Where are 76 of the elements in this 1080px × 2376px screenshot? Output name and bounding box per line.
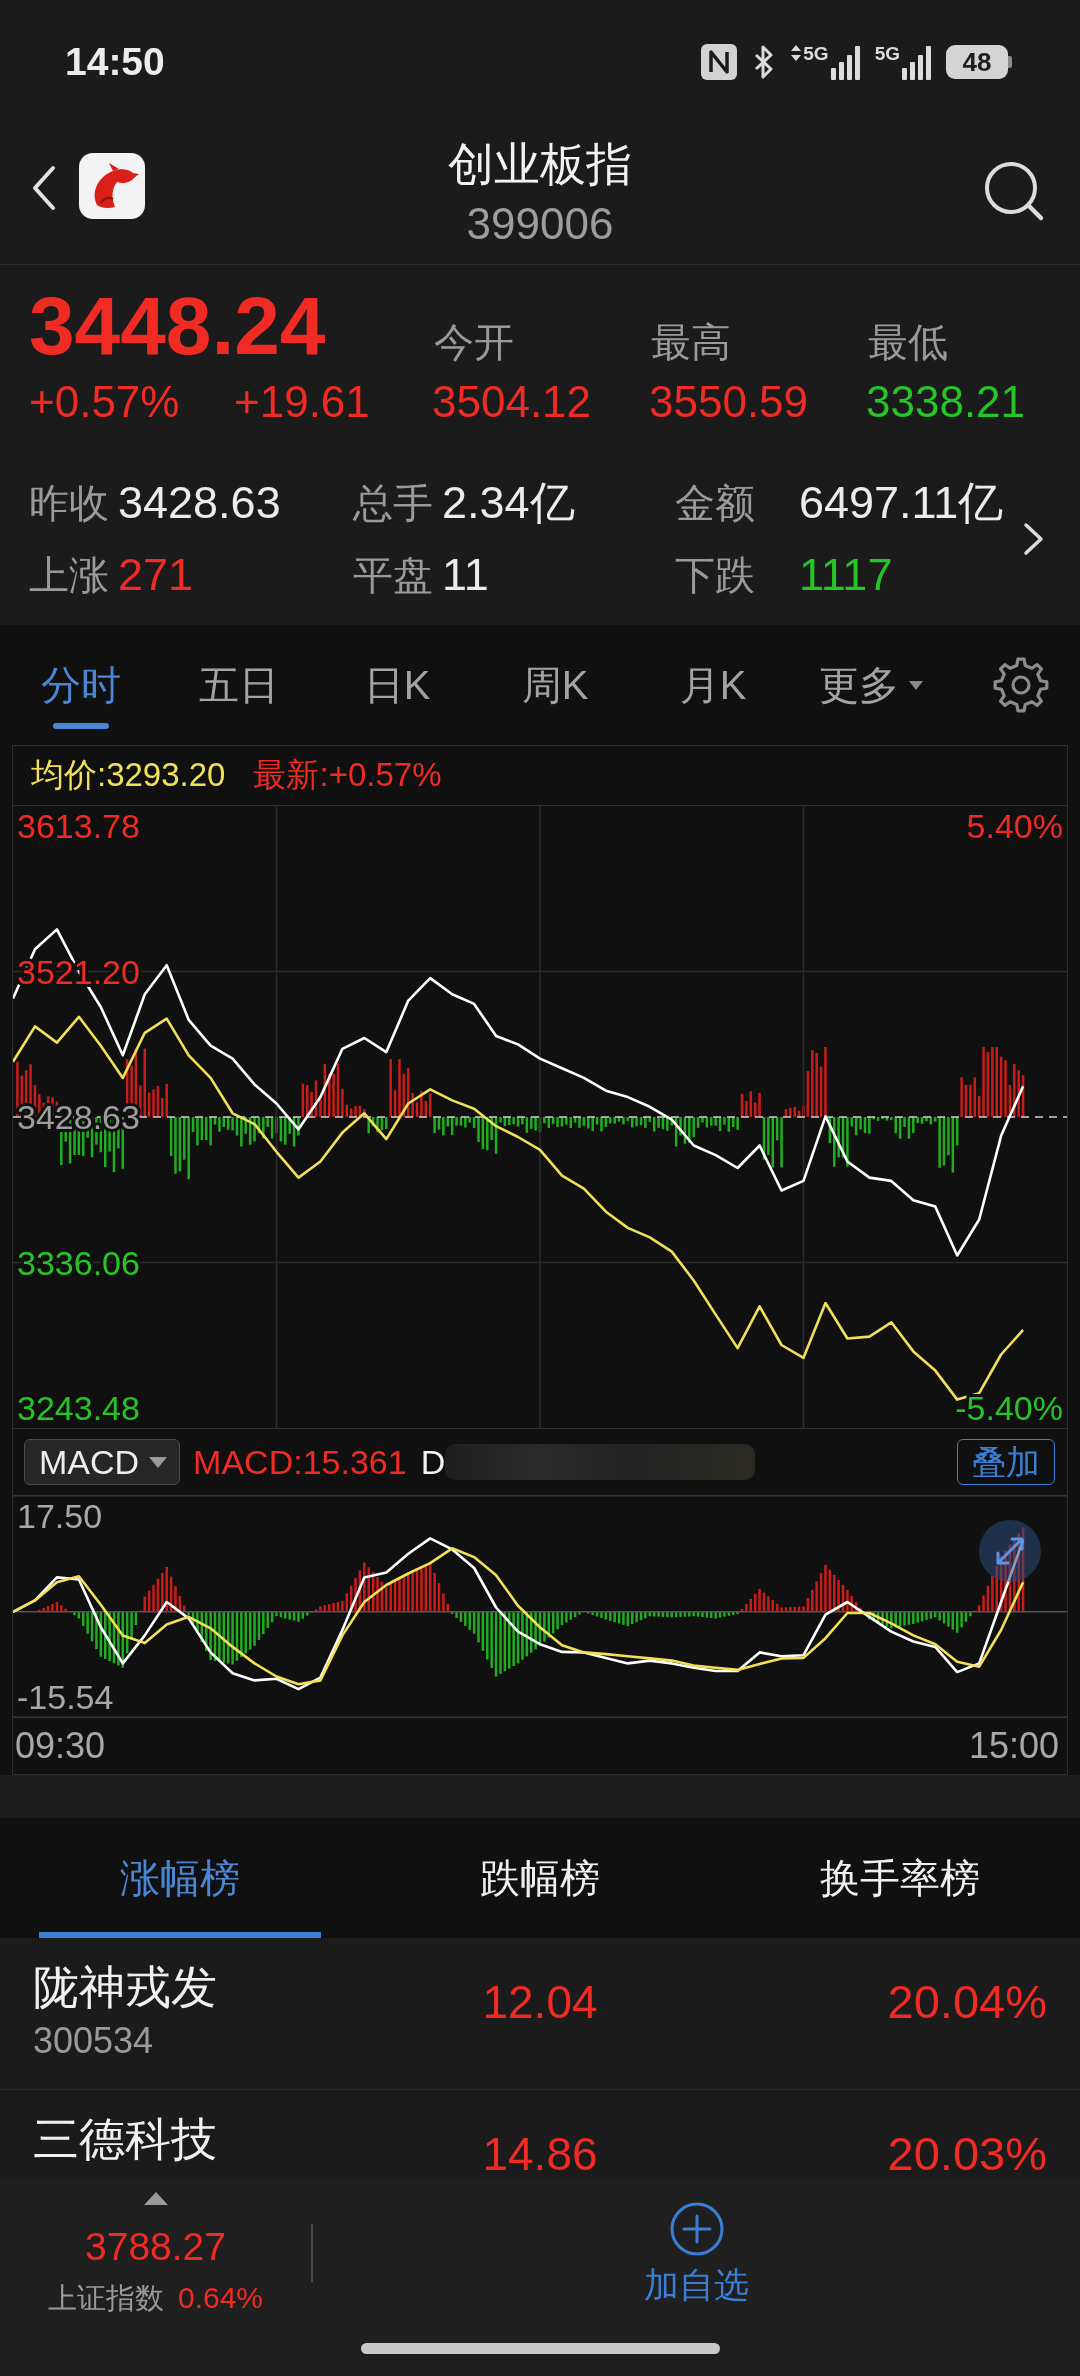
back-icon[interactable] — [31, 165, 57, 211]
time-axis-label: 15:00 — [968, 1726, 1059, 1766]
stat-value: 3504.12 — [432, 380, 593, 424]
chart-tab[interactable]: 日K — [318, 625, 476, 745]
stat-value: 3550.59 — [649, 380, 810, 424]
index-price: 3448.24 — [29, 285, 327, 367]
stat-value: 11 — [442, 549, 489, 601]
stat-label: 平盘 — [353, 551, 433, 599]
data-arrows-icon — [791, 45, 802, 61]
price-axis-label: 3243.48 — [17, 1389, 140, 1428]
caret-up-icon[interactable] — [143, 2192, 168, 2205]
expand-icon[interactable] — [979, 1520, 1041, 1582]
chart-legend-label: 均价:3293.20 — [31, 755, 226, 795]
macd-axis-label: -15.54 — [17, 1678, 114, 1717]
caret-down-icon — [909, 680, 923, 690]
caret-down-icon — [149, 1456, 168, 1468]
chart-tab[interactable]: 周K — [476, 625, 634, 745]
index-code: 399006 — [465, 202, 615, 246]
nfc-icon — [701, 44, 738, 80]
stock-code: 300534 — [33, 2020, 155, 2062]
indicator-reading-fragment: D — [420, 1442, 446, 1482]
stock-change-percent: 20.04% — [886, 1979, 1047, 2025]
index-change: 0.64% — [177, 2280, 264, 2316]
signal-icon — [902, 46, 932, 80]
network-type-label: 5G — [874, 44, 900, 63]
chart-legend-label: 最新:+0.57% — [253, 755, 442, 795]
signal-icon — [830, 46, 861, 80]
price-axis-label: 3336.06 — [17, 1243, 140, 1282]
chart-tab[interactable]: 五日 — [160, 625, 318, 745]
macd-axis-label: 17.50 — [17, 1497, 103, 1536]
stat-value: 3428.63 — [118, 477, 281, 529]
stat-value: 1117 — [799, 549, 893, 601]
change-percent: +0.57% — [29, 380, 181, 424]
chevron-right-icon[interactable] — [1023, 522, 1045, 556]
stock-price: 12.04 — [481, 1979, 599, 2025]
ranking-tab[interactable]: 跌幅榜 — [360, 1818, 720, 1938]
stat-label: 最高 — [651, 319, 732, 366]
stat-label: 今开 — [434, 319, 515, 366]
stat-value: 2.34亿 — [442, 476, 575, 530]
chart-tab[interactable]: 分时 — [2, 625, 160, 745]
chart-tab[interactable]: 月K — [634, 625, 792, 745]
plus-circle-icon — [669, 2202, 724, 2256]
overlay-button[interactable]: 叠加 — [957, 1439, 1055, 1485]
percent-axis-label: -5.40% — [955, 1389, 1063, 1428]
dolphin-icon — [79, 153, 145, 219]
time-axis-label: 09:30 — [15, 1726, 106, 1766]
percent-axis-label: 5.40% — [966, 807, 1063, 846]
network-type-label: 5G — [803, 44, 829, 63]
index-name: 上证指数 — [47, 2281, 164, 2316]
stat-value: 6497.11亿 — [799, 476, 1004, 530]
stat-label: 最低 — [868, 319, 949, 366]
chart-tab[interactable]: 更多 — [792, 625, 950, 745]
change-amount: +19.61 — [234, 380, 370, 424]
ranking-tab[interactable]: 涨幅榜 — [0, 1818, 360, 1938]
macd-reading: MACD:15.361 — [193, 1442, 407, 1482]
stat-label: 金额 — [675, 479, 756, 527]
stat-value: 3338.21 — [866, 380, 1027, 424]
stat-label: 下跌 — [675, 551, 756, 599]
ranking-tab[interactable]: 换手率榜 — [720, 1818, 1080, 1938]
stat-value: 271 — [118, 549, 194, 601]
indicator-dropdown[interactable]: MACD — [24, 1439, 181, 1485]
add-to-watchlist-button[interactable]: 加自选 — [644, 2202, 749, 2305]
status-time: 14:50 — [65, 40, 165, 84]
stat-label: 总手 — [353, 479, 433, 527]
index-title: 创业板指 — [448, 140, 632, 188]
stock-name: 陇神戎发 — [33, 1961, 218, 2013]
stat-label: 上涨 — [29, 551, 109, 599]
price-axis-label: 3613.78 — [17, 807, 140, 846]
index-value: 3788.27 — [85, 2225, 226, 2269]
stock-name: 三德科技 — [33, 2113, 218, 2165]
battery-indicator: 48 — [946, 45, 1012, 79]
stock-price: 14.86 — [481, 2131, 599, 2177]
stock-change-percent: 20.03% — [886, 2131, 1047, 2177]
settings-icon[interactable] — [992, 656, 1050, 714]
search-icon[interactable] — [983, 160, 1045, 222]
stat-label: 昨收 — [29, 479, 109, 527]
